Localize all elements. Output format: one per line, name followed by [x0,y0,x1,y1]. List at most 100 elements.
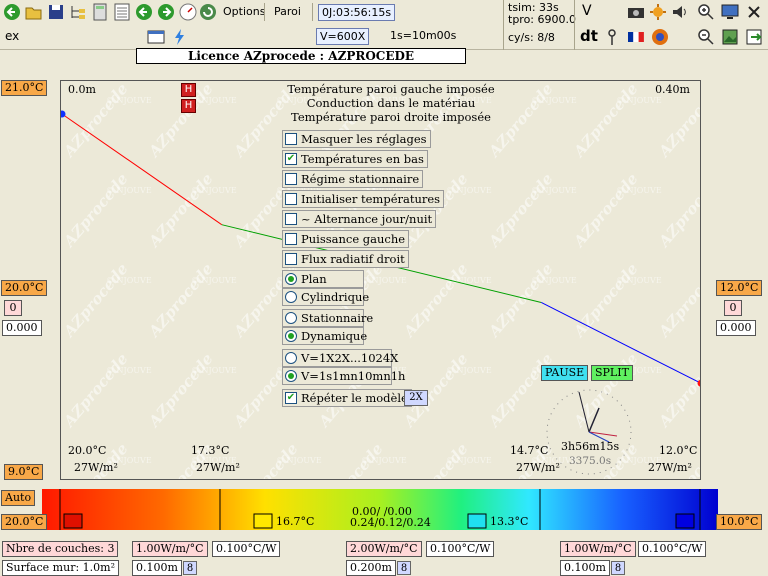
zoom-out-icon[interactable] [696,27,716,47]
colorbar-mid-temp2: 13.3°C [490,515,529,528]
flag-fr-icon[interactable] [626,27,646,47]
tree-icon[interactable] [68,2,88,22]
image-icon[interactable] [720,27,740,47]
menu-options[interactable]: Options [219,3,269,20]
licence-banner: Licence AZprocede : AZPROCEDE [136,48,466,64]
option-repeter[interactable]: ✔ Répéter le modèle [282,389,412,407]
checkbox-alternance[interactable] [285,213,297,225]
title-line2: Conduction dans le matériau [306,96,476,110]
radio-v-1x[interactable]: V=1X2X...1024X [282,349,398,367]
title-line1: Température paroi gauche imposée [287,82,495,96]
checkbox-masquer[interactable] [285,133,297,145]
dt-label[interactable]: dt [580,27,598,45]
colorbar-left-temp: 20.0°C [1,514,48,530]
plot-area: AZprocede © NJOUVE AZprocede © NJOUVE AZproc… [60,80,701,480]
clock-display: 0J:03:56:15s [318,4,396,21]
separator [264,3,265,21]
right-flux-field[interactable]: 0.000 [716,320,756,336]
tpro-readout: tpro: 6900.0 [508,13,576,26]
layer1-lambda[interactable]: 1.00W/m/°C [132,541,208,557]
radio-cylindrique[interactable]: Cylindrique [282,288,369,306]
right-zero-field[interactable]: 0 [724,300,742,316]
close-icon[interactable] [744,2,764,22]
exit-icon[interactable] [744,27,764,47]
radio-plan-dot[interactable] [285,273,297,285]
layer1-n[interactable]: 8 [183,561,197,575]
option-puissance[interactable]: Puissance gauche [282,230,410,248]
option-flux-radiatif[interactable]: Flux radiatif droit [282,250,409,268]
option-masquer[interactable]: Masquer les réglages [282,130,431,148]
radio-dynamique[interactable]: Dynamique [282,327,367,345]
radio-v-1s-dot[interactable] [285,370,297,382]
left-flux-field[interactable]: 0.000 [2,320,42,336]
surface-field[interactable]: Surface mur: 1.0m² [2,560,119,576]
temp-axis-bottom: 9.0°C [4,464,44,480]
lightning-icon[interactable] [170,27,190,47]
checkbox-init[interactable] [285,193,297,205]
checkbox-repeter[interactable]: ✔ [285,392,297,404]
option-alternance[interactable]: ~ Alternance jour/nuit [282,210,437,228]
speaker-icon[interactable] [670,2,690,22]
pause-button[interactable]: PAUSE [541,365,589,381]
camera-icon[interactable] [626,2,646,22]
layer3-thick[interactable]: 0.100m [560,560,610,576]
separator [312,3,313,21]
back-arrow-icon[interactable] [2,2,22,22]
option-temp-bas[interactable]: ✔ Températures en bas [282,150,428,168]
option-init[interactable]: Initialiser températures [282,190,445,208]
nb-couches-field[interactable]: Nbre de couches: 3 [2,541,119,557]
monitor-icon[interactable] [720,2,740,22]
v-label[interactable]: V [582,3,592,19]
radio-cylindrique-dot[interactable] [285,291,297,303]
radio-v-1x-dot[interactable] [285,352,297,364]
checkbox-regime[interactable] [285,173,297,185]
checkbox-puissance[interactable] [285,233,297,245]
option-regime[interactable]: Régime stationnaire [282,170,424,188]
interface-temp-1: 17.3°C [191,444,230,457]
layer1-resist[interactable]: 0.100°C/W [212,541,281,557]
save-icon[interactable] [46,2,66,22]
previous-icon[interactable] [134,2,154,22]
zoom-in-icon[interactable] [696,2,716,22]
colorbar-center-line2: 0.24/0.12/0.24 [350,516,431,529]
interface-flux-0: 27W/m² [74,461,118,474]
split-button[interactable]: SPLIT [591,365,633,381]
menu-paroi[interactable]: Paroi [270,3,305,20]
colorbar-mid-temp1: 16.7°C [276,515,315,528]
layer3-n[interactable]: 8 [611,561,625,575]
checkbox-temp-bas[interactable]: ✔ [285,153,297,165]
radio-stationnaire-dot[interactable] [285,312,297,324]
calculator-icon[interactable] [90,2,110,22]
interface-flux-2: 27W/m² [516,461,560,474]
interface-temp-3: 12.0°C [659,444,698,457]
refresh-icon[interactable] [198,2,218,22]
layer2-thick[interactable]: 0.200m [346,560,396,576]
repeter-value[interactable]: 2X [404,390,428,406]
left-zero-field[interactable]: 0 [4,300,22,316]
separator [503,0,504,50]
window-icon[interactable] [146,27,166,47]
radio-plan[interactable]: Plan [282,270,364,288]
layer3-resist[interactable]: 0.100°C/W [638,541,707,557]
plot-title: Température paroi gauche imposée Conduct… [191,82,591,124]
layer2-lambda[interactable]: 2.00W/m/°C [346,541,422,557]
list-icon[interactable] [112,2,132,22]
speed-display: V=600X [316,28,370,45]
browser-icon[interactable] [650,27,670,47]
layer2-n[interactable]: 8 [397,561,411,575]
layer2-resist[interactable]: 0.100°C/W [426,541,495,557]
right-boundary-point[interactable] [697,379,702,387]
radio-v-1s[interactable]: V=1s1mn10mn1h [282,367,405,385]
sun-icon[interactable] [648,2,668,22]
radio-stationnaire[interactable]: Stationnaire [282,309,373,327]
scale-display: 1s=10m00s [390,29,457,42]
layer1-thick[interactable]: 0.100m [132,560,182,576]
checkbox-flux-radiatif[interactable] [285,253,297,265]
gauge-icon[interactable] [178,2,198,22]
layer3-lambda[interactable]: 1.00W/m/°C [560,541,636,557]
next-icon[interactable] [156,2,176,22]
open-folder-icon[interactable] [24,2,44,22]
temp-axis-mid: 20.0°C [1,280,48,296]
radio-dynamique-dot[interactable] [285,330,297,342]
pin-icon[interactable] [602,27,622,47]
